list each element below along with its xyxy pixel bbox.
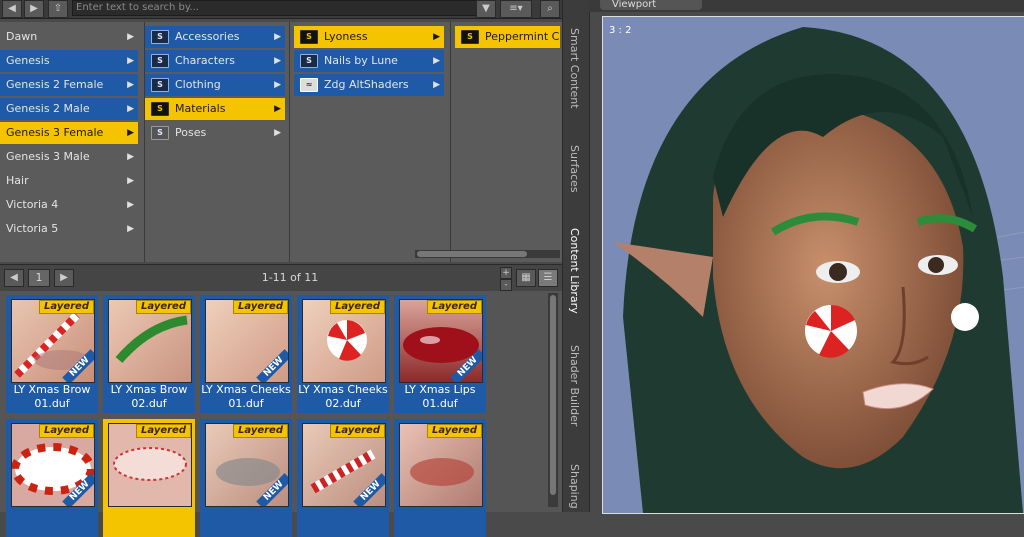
list-item[interactable]: S Nails by Lune ▶	[294, 50, 444, 72]
scrollbar-thumb[interactable]	[550, 295, 556, 495]
tab-smart-content[interactable]: Smart Content	[568, 28, 581, 109]
horizontal-scrollbar[interactable]	[415, 250, 560, 258]
folder-icon: S	[151, 126, 169, 140]
list-view-icon[interactable]: ☰	[538, 269, 558, 287]
tile-label: LY Xmas Lips 01.duf	[404, 383, 476, 410]
list-item[interactable]: S Characters ▶	[145, 50, 285, 72]
list-item[interactable]: S Accessories ▶	[145, 26, 285, 48]
asset-tile[interactable]: Layered NEW	[200, 419, 292, 537]
next-page-button[interactable]: ▶	[54, 269, 74, 287]
zoom-out-button[interactable]: -	[500, 279, 512, 291]
up-folder-button[interactable]: ⇧	[48, 0, 68, 18]
vertical-scrollbar[interactable]	[548, 293, 558, 507]
tile-label: LY Xmas Brow 01.duf	[13, 383, 91, 410]
grid-view-icon[interactable]: ▦	[516, 269, 536, 287]
list-item-selected[interactable]: Genesis 3 Female ▶	[0, 122, 138, 144]
tile-label: LY Xmas Brow 02.duf	[110, 383, 188, 410]
list-item[interactable]: S Poses ▶	[145, 122, 285, 144]
scrollbar-thumb[interactable]	[417, 251, 527, 257]
tab-viewport[interactable]: Viewport	[600, 0, 702, 10]
list-item[interactable]: ≈ Zdg AltShaders ▶	[294, 74, 444, 96]
side-tab-strip: Smart Content Surfaces Content Library S…	[562, 0, 590, 512]
tile-label: LY Xmas Cheeks 02.duf	[298, 383, 388, 410]
tab-shader-builder[interactable]: Shader Builder	[568, 345, 581, 426]
list-item-selected[interactable]: SPeppermint Che	[455, 26, 560, 48]
dropdown-button[interactable]: ▼	[476, 0, 496, 18]
character-render: 3 : 2	[609, 25, 1024, 513]
tab-surfaces[interactable]: Surfaces	[568, 145, 581, 193]
list-item[interactable]: Genesis 2 Female ▶	[0, 74, 138, 96]
category-column-4: SPeppermint Che	[451, 22, 563, 262]
database-icon[interactable]: ≡▾	[500, 0, 532, 18]
asset-tile[interactable]: Layered NEW LY Xmas Brow 01.duf	[6, 295, 98, 413]
viewport[interactable]: 3 : 2	[602, 16, 1024, 514]
back-button[interactable]: ◀	[2, 0, 22, 18]
list-item-selected[interactable]: S Lyoness ▶	[294, 26, 444, 48]
content-toolbar: ◀ ▶ ⇧ Enter text to search by... ▼ ≡▾ ⌕	[0, 0, 562, 19]
list-item[interactable]: Victoria 5 ▶	[0, 218, 138, 240]
prev-page-button[interactable]: ◀	[4, 269, 24, 287]
asset-tile[interactable]: Layered NEW	[297, 419, 389, 537]
asset-tile[interactable]: Layered NEW LY Xmas Cheeks 01.duf	[200, 295, 292, 413]
asset-tile[interactable]: Layered NEW LY Xmas Lips 01.duf	[394, 295, 486, 413]
category-column-3: S Lyoness ▶ S Nails by Lune ▶ ≈ Zdg AltShader…	[290, 22, 451, 262]
aspect-ratio-label: 3 : 2	[609, 25, 631, 36]
list-item[interactable]: Dawn ▶	[0, 26, 138, 48]
folder-icon: S	[151, 30, 169, 44]
page-number-field[interactable]: 1	[28, 269, 50, 287]
folder-icon: S	[151, 78, 169, 92]
folder-icon: S	[300, 54, 318, 68]
folder-icon: ≈	[300, 78, 318, 92]
list-item[interactable]: S Clothing ▶	[145, 74, 285, 96]
asset-tile[interactable]: Layered NEW	[6, 419, 98, 537]
page-navigation: ◀ 1 ▶ 1-11 of 11 + - ▦ ☰	[0, 264, 562, 291]
tab-shaping[interactable]: Shaping	[568, 464, 581, 509]
list-item[interactable]: Hair ▶	[0, 170, 138, 192]
tab-content-library[interactable]: Content Library	[568, 228, 581, 314]
search-icon[interactable]: ⌕	[540, 0, 560, 18]
folder-icon: S	[151, 54, 169, 68]
tile-label: LY Xmas Cheeks 01.duf	[201, 383, 291, 410]
forward-button[interactable]: ▶	[24, 0, 44, 18]
item-count: 1-11 of 11	[261, 271, 319, 284]
asset-tile-selected[interactable]: Layered	[103, 419, 195, 537]
list-item[interactable]: Victoria 4 ▶	[0, 194, 138, 216]
folder-icon: S	[151, 102, 169, 116]
list-item-selected[interactable]: S Materials ▶	[145, 98, 285, 120]
category-column-1: Dawn ▶ Genesis ▶ Genesis 2 Female ▶ Genesis…	[0, 22, 145, 262]
list-item[interactable]: Genesis 3 Male ▶	[0, 146, 138, 168]
list-item[interactable]: Genesis 2 Male ▶	[0, 98, 138, 120]
list-item[interactable]: Genesis ▶	[0, 50, 138, 72]
folder-icon: S	[461, 30, 479, 44]
asset-tile[interactable]: Layered LY Xmas Brow 02.duf	[103, 295, 195, 413]
content-grid: Layered NEW LY Xmas Brow 01.duf Layered LY…	[0, 291, 562, 537]
asset-tile[interactable]: Layered	[394, 419, 486, 537]
zoom-in-button[interactable]: +	[500, 267, 512, 279]
folder-icon: S	[300, 30, 318, 44]
category-column-2: S Accessories ▶ S Characters ▶ S Clothing ▶ SM…	[145, 22, 290, 262]
asset-tile[interactable]: Layered LY Xmas Cheeks 02.duf	[297, 295, 389, 413]
search-input[interactable]: Enter text to search by...	[72, 0, 477, 16]
